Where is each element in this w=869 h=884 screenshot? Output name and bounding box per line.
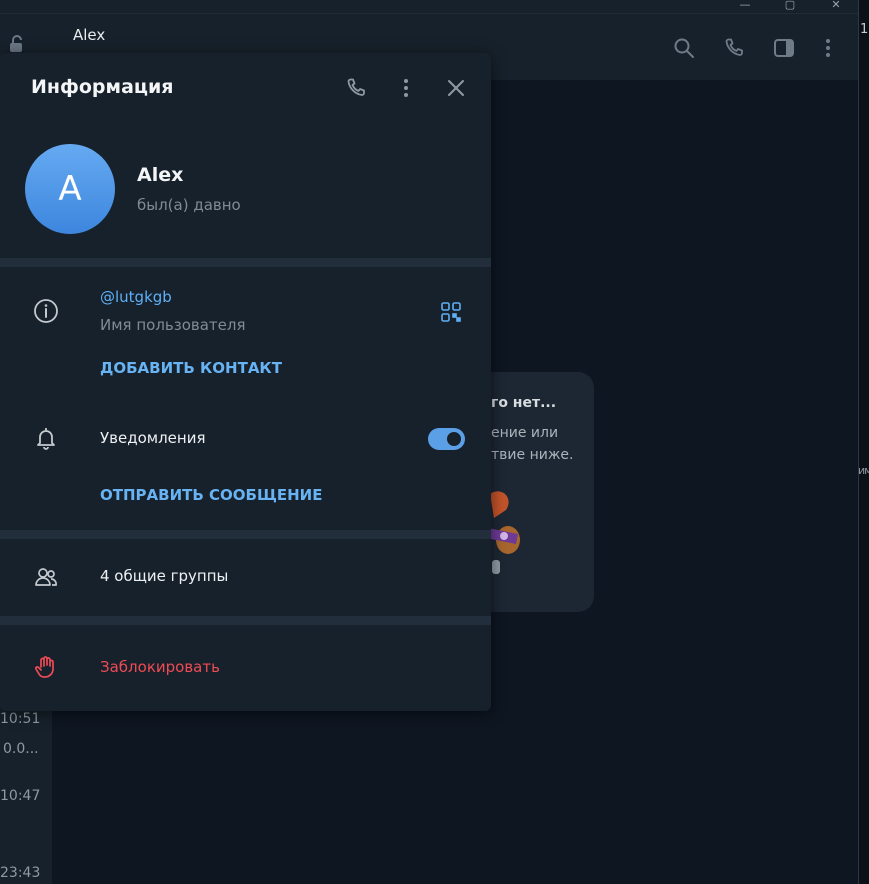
minimize-button[interactable]: — bbox=[737, 0, 753, 12]
chat-time: 10:51 bbox=[0, 711, 41, 727]
chat-time: 0.0... bbox=[3, 741, 39, 757]
username-label: Имя пользователя bbox=[100, 316, 246, 334]
search-icon[interactable] bbox=[672, 36, 696, 60]
username-link[interactable]: @lutgkgb bbox=[100, 288, 172, 306]
empty-chat-description: ение или твие ниже. bbox=[491, 425, 574, 463]
avatar[interactable]: A bbox=[25, 144, 115, 234]
right-window-edge bbox=[858, 0, 869, 884]
chat-title[interactable]: Alex bbox=[73, 26, 105, 44]
phone-icon[interactable] bbox=[722, 36, 746, 60]
section-divider bbox=[0, 616, 491, 625]
right-edge-label-mid: им bbox=[858, 464, 869, 477]
users-icon bbox=[33, 564, 59, 590]
right-edge-label: 1 bbox=[860, 22, 869, 37]
section-divider bbox=[0, 258, 491, 267]
panel-title: Информация bbox=[31, 76, 174, 98]
close-window-button[interactable]: ✕ bbox=[828, 0, 844, 12]
user-info-panel: Информация A Alex был(а) давно @lutgkgb … bbox=[0, 53, 491, 711]
lock-icon[interactable] bbox=[7, 34, 27, 54]
notifications-label: Уведомления bbox=[100, 429, 206, 447]
profile-name: Alex bbox=[137, 164, 184, 186]
sidebar-toggle-icon[interactable] bbox=[772, 36, 796, 60]
maximize-button[interactable]: ▢ bbox=[782, 0, 798, 12]
profile-status: был(а) давно bbox=[137, 196, 241, 214]
empty-chat-title: го нет... bbox=[491, 395, 557, 411]
close-icon[interactable] bbox=[444, 76, 468, 100]
hand-stop-icon bbox=[33, 654, 59, 680]
more-vertical-icon[interactable] bbox=[394, 76, 418, 100]
add-contact-button[interactable]: ДОБАВИТЬ КОНТАКТ bbox=[100, 359, 282, 377]
send-message-button[interactable]: ОТПРАВИТЬ СООБЩЕНИЕ bbox=[100, 486, 322, 504]
chat-time: 10:47 bbox=[0, 788, 41, 804]
toggle-knob bbox=[445, 430, 463, 448]
bell-icon bbox=[33, 425, 59, 451]
chat-time: 23:43 bbox=[0, 865, 41, 881]
info-icon bbox=[33, 298, 59, 324]
phone-icon[interactable] bbox=[344, 76, 368, 100]
more-vertical-icon[interactable] bbox=[816, 36, 840, 60]
qr-code-icon[interactable] bbox=[439, 300, 463, 324]
notifications-toggle[interactable] bbox=[428, 428, 465, 450]
window-titlebar: — ▢ ✕ bbox=[0, 0, 858, 14]
section-divider bbox=[0, 530, 491, 539]
block-user-button[interactable]: Заблокировать bbox=[100, 658, 220, 676]
common-groups-item[interactable]: 4 общие группы bbox=[100, 567, 228, 585]
